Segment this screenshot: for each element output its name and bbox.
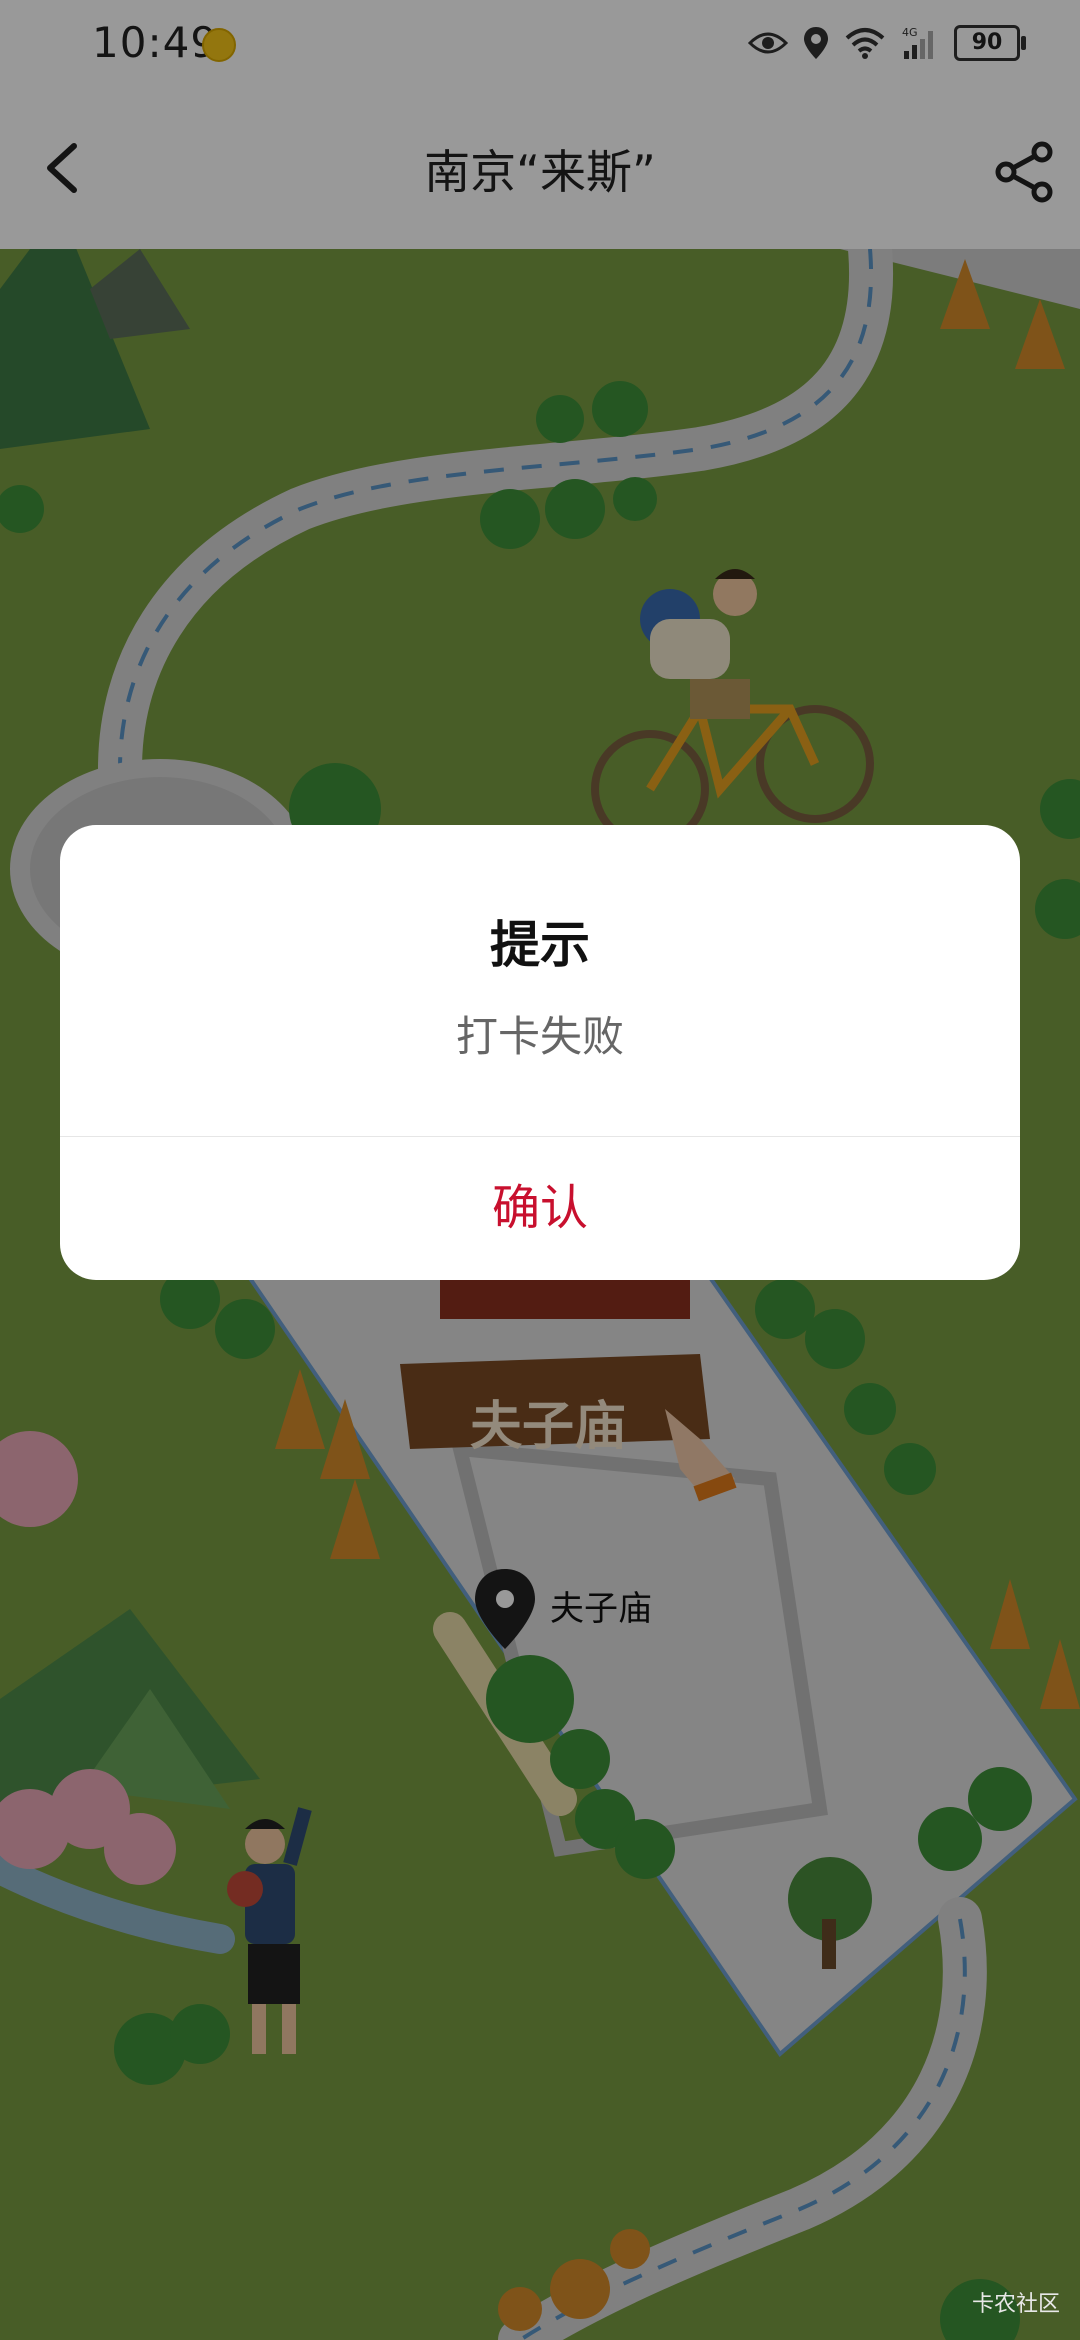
watermark: 卡农社区 xyxy=(971,2292,1060,2317)
screen: 10:49 4G 90 南京“来斯” 夫子庙 夫子庙 提示 打卡失败 确认 卡农… xyxy=(0,0,1080,2340)
dialog-title: 提示 xyxy=(490,916,590,974)
confirm-button[interactable]: 确认 xyxy=(60,1137,1020,1280)
dialog-message: 打卡失败 xyxy=(455,1012,624,1061)
alert-dialog: 提示 打卡失败 确认 xyxy=(60,825,1020,1280)
